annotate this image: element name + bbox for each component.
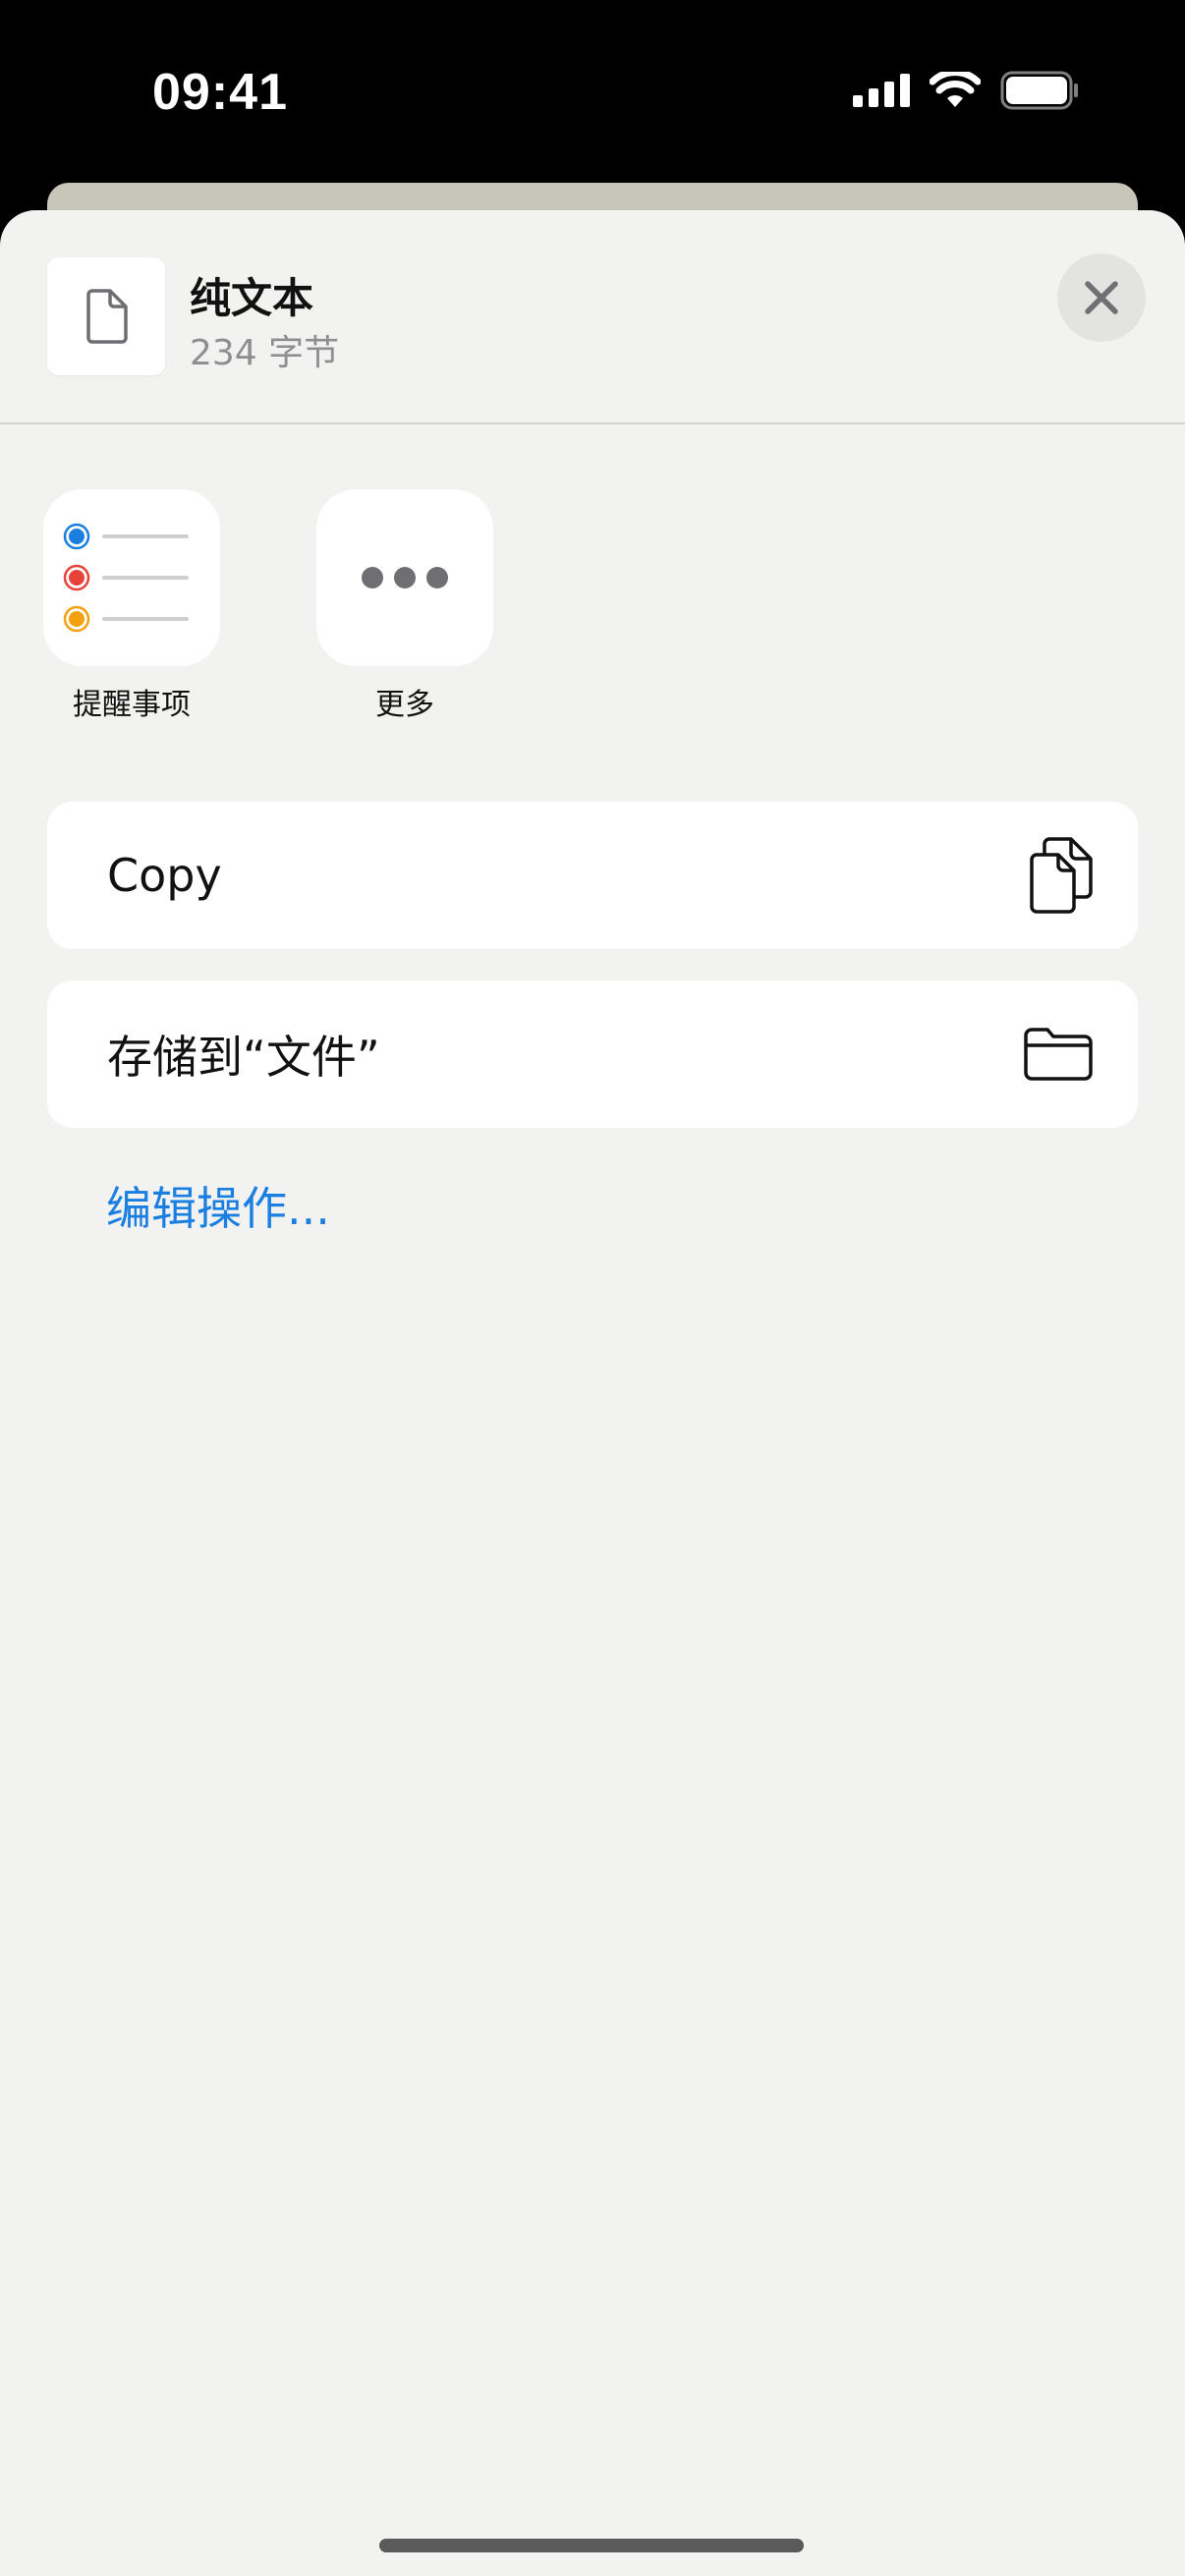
status-bar: 09:41 [0, 0, 1185, 187]
copy-action-label: Copy [107, 849, 222, 902]
reminders-icon [63, 523, 189, 633]
copy-icon [1030, 837, 1093, 914]
home-indicator[interactable] [379, 2539, 804, 2552]
save-to-files-label: 存储到“文件” [107, 1031, 380, 1084]
reminders-app-tile[interactable] [43, 489, 220, 666]
file-title: 纯文本 [190, 274, 314, 322]
more-app-tile[interactable] [316, 489, 493, 666]
save-to-files-action[interactable]: 存储到“文件” [47, 980, 1138, 1128]
cellular-signal-icon [853, 74, 910, 107]
app-label-reminders: 提醒事项 [73, 688, 191, 722]
sheet-header: 纯文本 234 字节 [0, 210, 1185, 424]
more-icon [362, 567, 448, 588]
app-reminders[interactable]: 提醒事项 [43, 489, 220, 723]
status-icons [853, 71, 1079, 110]
wifi-icon [930, 72, 981, 107]
screen: 09:41 纯文本 234 字节 提醒事项 更多 Copy 存储到“文件” 编辑… [0, 0, 1185, 2576]
file-size: 234 字节 [190, 333, 340, 373]
copy-action[interactable]: Copy [47, 802, 1138, 949]
file-thumbnail [47, 257, 165, 375]
document-icon [86, 289, 128, 344]
folder-icon [1024, 1028, 1093, 1081]
status-time: 09:41 [152, 64, 288, 121]
apps-row: 提醒事项 更多 [0, 489, 1185, 725]
app-label-more: 更多 [375, 688, 434, 722]
close-button[interactable] [1057, 253, 1146, 342]
app-more[interactable]: 更多 [316, 489, 493, 723]
edit-actions-link[interactable]: 编辑操作... [106, 1173, 330, 1238]
battery-icon [1000, 71, 1078, 110]
share-sheet: 纯文本 234 字节 提醒事项 更多 Copy 存储到“文件” 编辑操作... [0, 210, 1185, 2576]
close-icon [1085, 281, 1118, 314]
